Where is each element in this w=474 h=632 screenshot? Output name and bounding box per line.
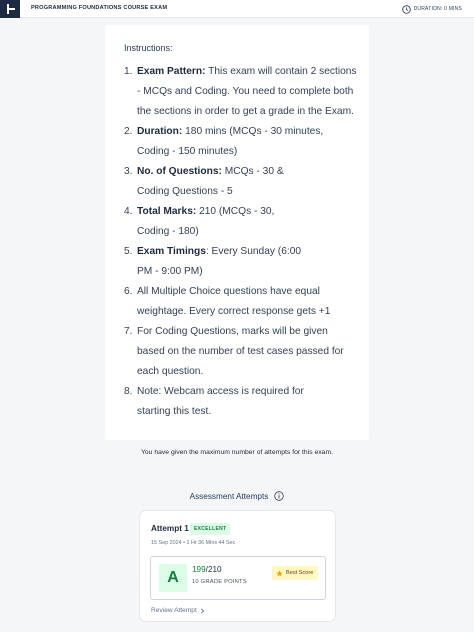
instruction-line: Note: Webcam access is required for — [137, 382, 364, 402]
instructions-list: 1. Exam Pattern: This exam will contain 2… — [124, 62, 364, 422]
star-icon — [276, 569, 283, 576]
status-badge: EXCELLENT — [190, 523, 231, 535]
review-attempt-link[interactable]: Review Attempt — [151, 607, 205, 614]
instructions-card: Instructions: 1. Exam Pattern: This exam … — [105, 25, 369, 440]
attempt-meta: 15 Sep 2024 • 1 Hr 36 Mins 44 Sec — [151, 540, 236, 546]
grade-badge: A — [159, 564, 187, 592]
max-attempts-message: You have given the maximum number of att… — [140, 449, 334, 456]
attempt-card: Attempt 1 EXCELLENT 15 Sep 2024 • 1 Hr 3… — [139, 510, 336, 622]
instruction-number: 6. — [124, 286, 133, 297]
instruction-text: 180 mins (MCQs - 30 minutes, — [182, 126, 324, 137]
instruction-bold-label: Exam Timings — [137, 246, 206, 257]
instruction-number: 5. — [124, 246, 133, 257]
instruction-line: All Multiple Choice questions have equal — [137, 282, 364, 302]
instruction-line: weightage. Every correct response gets +… — [137, 306, 331, 317]
instruction-line: For Coding Questions, marks will be give… — [137, 322, 364, 342]
instruction-item: 6. All Multiple Choice questions have equ… — [124, 282, 364, 322]
attempt-name: Attempt 1 — [151, 524, 189, 533]
clock-icon — [401, 4, 411, 14]
review-attempt-label[interactable]: Review Attempt — [151, 607, 197, 614]
logo[interactable] — [0, 0, 20, 18]
instruction-item: 3. No. of Questions: MCQs - 30 & Coding Qu… — [124, 162, 364, 202]
instruction-line: starting this test. — [137, 406, 212, 417]
instruction-line: Exam Pattern: This exam will contain 2 s… — [137, 62, 364, 82]
duration-indicator: DURATION: 0 MINS — [401, 3, 462, 15]
instruction-number: 2. — [124, 126, 133, 137]
instruction-item: 7. For Coding Questions, marks will be gi… — [124, 322, 364, 382]
assessment-attempts-header: Assessment Attempts — [0, 491, 474, 501]
instruction-bold-label: Duration: — [137, 126, 183, 137]
assessment-attempts-title: Assessment Attempts — [189, 491, 269, 501]
instruction-number: 4. — [124, 206, 133, 217]
score-total: /210 — [205, 565, 222, 574]
instruction-line: each question. — [137, 366, 204, 377]
instruction-line: Duration: 180 mins (MCQs - 30 minutes, — [137, 122, 364, 142]
instruction-line: PM - 9:00 PM) — [137, 266, 203, 277]
instruction-text: Note: Webcam access is required for — [137, 386, 304, 397]
score-box: A 199/210 10 GRADE POINTS Best Score — [150, 556, 326, 600]
instruction-text: This exam will contain 2 sections — [205, 66, 357, 77]
instruction-item: 5. Exam Timings: Every Sunday (6:00 PM - 9… — [124, 242, 364, 282]
instruction-text: For Coding Questions, marks will be give… — [137, 326, 328, 337]
chevron-right-icon — [200, 607, 205, 614]
instruction-line: the sections in order to get a grade in … — [137, 106, 354, 117]
best-score-label: Best Score — [286, 570, 314, 576]
instruction-text: All Multiple Choice questions have equal — [137, 286, 320, 297]
instruction-item: 1. Exam Pattern: This exam will contain 2… — [124, 62, 364, 122]
instruction-bold-label: No. of Questions: — [137, 166, 222, 177]
instruction-number: 1. — [124, 66, 133, 77]
score-obtained: 199 — [192, 565, 206, 574]
instruction-line: No. of Questions: MCQs - 30 & — [137, 162, 364, 182]
instruction-text: MCQs - 30 & — [221, 166, 284, 177]
instruction-line: based on the number of test cases passed… — [137, 346, 344, 357]
instruction-line: Total Marks: 210 (MCQs - 30, — [137, 202, 364, 222]
instruction-text: : Every Sunday (6:00 — [205, 246, 302, 257]
course-title: PROGRAMMING FOUNDATIONS COURSE EXAM — [31, 5, 168, 11]
instruction-number: 3. — [124, 166, 133, 177]
instruction-bold-label: Exam Pattern: — [137, 66, 206, 77]
instruction-line: Coding Questions - 5 — [137, 186, 233, 197]
score-text: 199/210 — [192, 565, 222, 574]
top-bar: PROGRAMMING FOUNDATIONS COURSE EXAM DURA… — [0, 0, 474, 18]
instruction-item: 2. Duration: 180 mins (MCQs - 30 minutes,… — [124, 122, 364, 162]
best-score-tag: Best Score — [272, 566, 319, 580]
instruction-line: Coding - 180) — [137, 226, 199, 237]
instruction-number: 7. — [124, 326, 133, 337]
info-icon[interactable] — [274, 491, 285, 501]
instruction-item: 8. Note: Webcam access is required for sta… — [124, 382, 364, 422]
duration-text: DURATION: 0 MINS — [413, 6, 462, 12]
instruction-item: 4. Total Marks: 210 (MCQs - 30, Coding - 1… — [124, 202, 364, 242]
instruction-number: 8. — [124, 386, 133, 397]
instruction-line: Exam Timings: Every Sunday (6:00 — [137, 242, 364, 262]
grade-points: 10 GRADE POINTS — [192, 579, 247, 585]
instruction-line: - MCQs and Coding. You need to complete … — [137, 86, 354, 97]
instruction-bold-label: Total Marks: — [137, 206, 197, 217]
instruction-text: 210 (MCQs - 30, — [196, 206, 275, 217]
instructions-heading: Instructions: — [124, 43, 173, 53]
instruction-line: Coding - 150 minutes) — [137, 146, 238, 157]
